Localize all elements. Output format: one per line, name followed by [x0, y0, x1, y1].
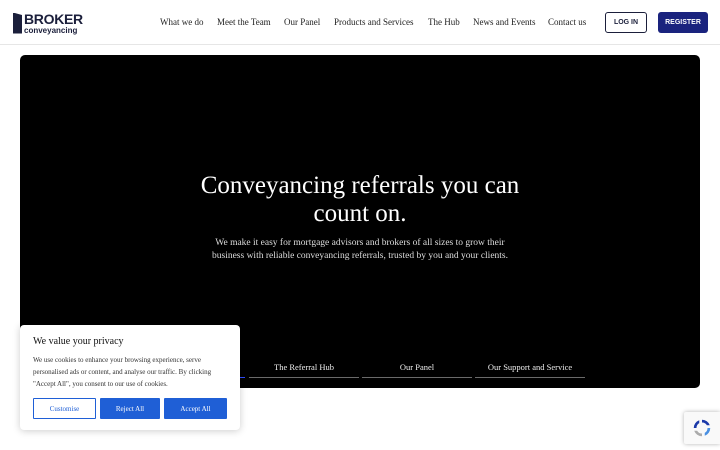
- recaptcha-badge[interactable]: [684, 412, 720, 444]
- nav-meet-the-team[interactable]: Meet the Team: [217, 17, 271, 27]
- logo[interactable]: BROKER conveyancing: [13, 11, 83, 35]
- tab-the-referral-hub[interactable]: The Referral Hub: [249, 362, 359, 378]
- nav-products-and-services[interactable]: Products and Services: [334, 17, 413, 27]
- hero-title-line-1: Conveyancing referrals you can: [200, 172, 520, 199]
- hero-subtitle-line-1: We make it easy for mortgage advisors an…: [215, 238, 505, 248]
- logo-mark-icon: [13, 12, 22, 34]
- site-header: BROKER conveyancing What we do Meet the …: [0, 0, 720, 45]
- tab-our-panel[interactable]: Our Panel: [362, 362, 472, 378]
- recaptcha-icon: [693, 419, 711, 437]
- accept-all-button[interactable]: Accept All: [164, 398, 227, 419]
- nav-our-panel[interactable]: Our Panel: [284, 17, 320, 27]
- cookie-consent-banner: We value your privacy We use cookies to …: [20, 325, 240, 430]
- nav-the-hub[interactable]: The Hub: [428, 17, 460, 27]
- cookie-banner-title: We value your privacy: [33, 336, 124, 347]
- hero-subtitle-line-2: business with reliable conveyancing refe…: [212, 251, 508, 261]
- cookie-banner-text: We use cookies to enhance your browsing …: [33, 356, 212, 388]
- nav-what-we-do[interactable]: What we do: [160, 17, 203, 27]
- reject-all-button[interactable]: Reject All: [100, 398, 160, 419]
- customise-button[interactable]: Customise: [33, 398, 96, 419]
- logo-wordmark-bottom: conveyancing: [24, 25, 78, 35]
- nav-contact-us[interactable]: Contact us: [548, 17, 586, 27]
- hero-title-line-2: count on.: [313, 200, 407, 227]
- nav-news-and-events[interactable]: News and Events: [473, 17, 536, 27]
- login-button[interactable]: LOG IN: [605, 12, 647, 33]
- register-button[interactable]: REGISTER: [658, 12, 708, 33]
- tab-our-support-and-service[interactable]: Our Support and Service: [475, 362, 585, 378]
- logo-wordmark-top: BROKER: [24, 10, 83, 27]
